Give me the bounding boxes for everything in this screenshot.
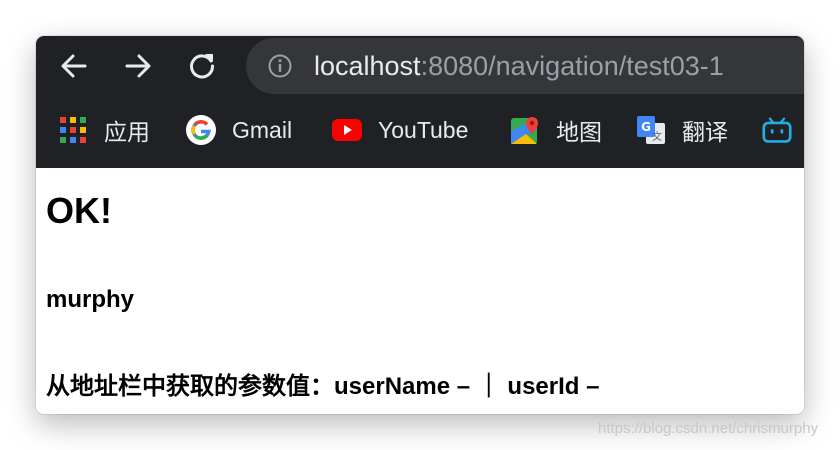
url-host: localhost: [314, 51, 421, 81]
arrow-right-icon: [125, 54, 151, 78]
apps-grid-icon: [58, 115, 88, 145]
back-button[interactable]: [56, 48, 92, 84]
bookmark-apps[interactable]: 应用: [58, 113, 150, 147]
svg-text:G: G: [641, 120, 651, 134]
bookmark-label: Gmail: [232, 116, 293, 143]
url-path: :8080/navigation/test03-1: [420, 51, 724, 81]
browser-toolbar: localhost:8080/navigation/test03-1: [36, 36, 804, 96]
translate-icon: G 文: [636, 115, 666, 145]
bookmark-label: 翻译: [682, 119, 728, 145]
reload-button[interactable]: [184, 48, 220, 84]
url-text[interactable]: localhost:8080/navigation/test03-1: [314, 51, 724, 81]
watermark: https://blog.csdn.net/chrismurphy: [598, 420, 819, 437]
browser-window: localhost:8080/navigation/test03-1 应用 Gm…: [36, 36, 804, 414]
youtube-icon: [332, 115, 362, 145]
bookmark-label: 应用: [104, 119, 150, 145]
info-icon[interactable]: [268, 54, 292, 78]
forward-button[interactable]: [120, 48, 156, 84]
arrow-left-icon: [61, 54, 87, 78]
reload-icon: [190, 54, 215, 79]
google-icon: [186, 115, 216, 145]
bookmark-label: YouTube: [378, 116, 469, 143]
page-heading: OK!: [46, 190, 112, 231]
bookmark-youtube[interactable]: YouTube: [332, 113, 468, 147]
bookmarks-bar: 应用 Gmail YouTube 地图 G 文 翻译: [36, 96, 804, 168]
svg-text:文: 文: [652, 130, 662, 143]
maps-icon: [510, 115, 540, 145]
bookmark-translate[interactable]: G 文 翻译: [636, 113, 728, 147]
bookmark-maps[interactable]: 地图: [510, 113, 602, 147]
params-text: 从地址栏中获取的参数值：userName – ｜ userId –: [46, 373, 600, 400]
bookmark-label: 地图: [556, 119, 602, 145]
page-content: OK! murphy 从地址栏中获取的参数值：userName – ｜ user…: [36, 168, 804, 414]
user-name-text: murphy: [46, 286, 135, 313]
address-bar[interactable]: localhost:8080/navigation/test03-1: [246, 38, 804, 94]
bookmark-gmail[interactable]: Gmail: [186, 113, 292, 147]
bookmark-bilibili[interactable]: [762, 113, 804, 147]
bilibili-icon: [762, 115, 792, 145]
